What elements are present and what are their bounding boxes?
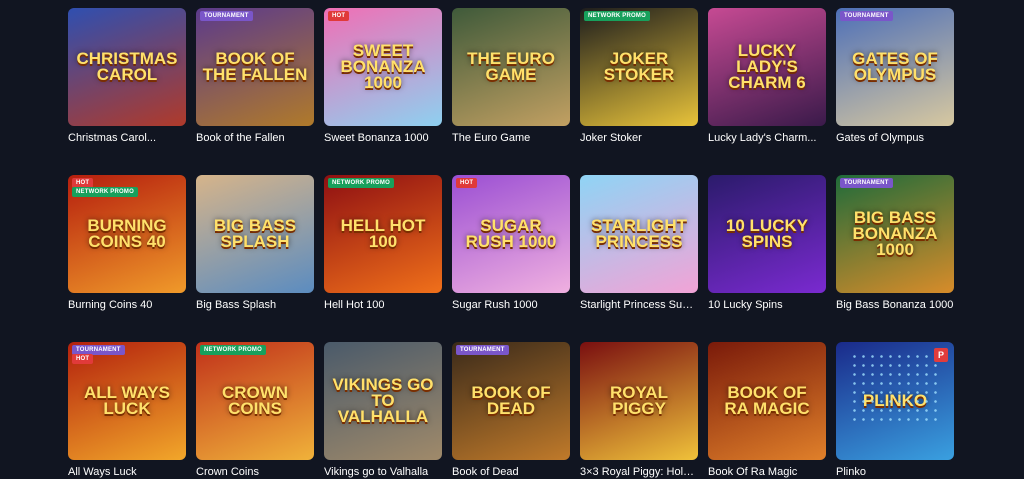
game-art-title: Crown Coins bbox=[221, 383, 289, 418]
game-card[interactable]: Gates of Olympus TOURNAMENT Gates of Olymp… bbox=[836, 8, 954, 145]
game-card[interactable]: Big Bass Bonanza 1000 TOURNAMENT Big Bass … bbox=[836, 175, 954, 312]
game-card[interactable]: Big Bass Splash Big Bass Splash bbox=[196, 175, 314, 312]
game-title[interactable]: Burning Coins 40 bbox=[68, 299, 186, 312]
game-title[interactable]: Plinko bbox=[836, 466, 954, 479]
game-thumbnail[interactable]: Big Bass Splash bbox=[196, 175, 314, 293]
game-thumbnail[interactable]: Starlight Princess bbox=[580, 175, 698, 293]
network-badge: NETWORK PROMO bbox=[584, 11, 650, 21]
game-thumbnail[interactable]: 10 Lucky Spins bbox=[708, 175, 826, 293]
game-art-title: Book of Ra Magic bbox=[724, 383, 810, 418]
game-title[interactable]: Vikings go to Valhalla bbox=[324, 466, 442, 479]
game-title[interactable]: Joker Stoker bbox=[580, 132, 698, 145]
game-title[interactable]: Christmas Carol... bbox=[68, 132, 186, 145]
game-thumbnail[interactable]: PlinkoP bbox=[836, 342, 954, 460]
game-title[interactable]: Starlight Princess Supe... bbox=[580, 299, 698, 312]
network-badge: NETWORK PROMO bbox=[72, 187, 138, 197]
game-card[interactable]: Sugar Rush 1000 HOT Sugar Rush 1000 bbox=[452, 175, 570, 312]
tournament-badge: TOURNAMENT bbox=[456, 345, 509, 355]
game-thumbnail[interactable]: Crown Coins NETWORK PROMO bbox=[196, 342, 314, 460]
game-art-title: Book of Dead bbox=[471, 383, 551, 418]
game-art-title: Royal Piggy bbox=[610, 383, 668, 418]
game-art-title: 10 Lucky Spins bbox=[725, 216, 809, 251]
game-art-title: Book of the Fallen bbox=[202, 49, 308, 84]
game-title[interactable]: 10 Lucky Spins bbox=[708, 299, 826, 312]
game-thumbnail[interactable]: The Euro Game bbox=[452, 8, 570, 126]
game-title[interactable]: Lucky Lady's Charm... bbox=[708, 132, 826, 145]
game-card[interactable]: The Euro Game The Euro Game bbox=[452, 8, 570, 145]
game-card[interactable]: Starlight Princess Starlight Princess Sup… bbox=[580, 175, 698, 312]
game-art-title: Big Bass Bonanza 1000 bbox=[852, 208, 938, 259]
game-art-title: Burning Coins 40 bbox=[87, 216, 167, 251]
tournament-badge: TOURNAMENT bbox=[840, 11, 893, 21]
game-art-title: Sweet Bonanza 1000 bbox=[340, 41, 426, 92]
tournament-badge: TOURNAMENT bbox=[200, 11, 253, 21]
game-title[interactable]: Hell Hot 100 bbox=[324, 299, 442, 312]
game-thumbnail[interactable]: Burning Coins 40 HOT NETWORK PROMO bbox=[68, 175, 186, 293]
game-thumbnail[interactable]: Sugar Rush 1000 HOT bbox=[452, 175, 570, 293]
game-card[interactable]: Crown Coins NETWORK PROMO Crown Coins bbox=[196, 342, 314, 479]
game-title[interactable]: 3×3 Royal Piggy: Hold... bbox=[580, 466, 698, 479]
game-card[interactable]: Lucky Lady's Charm 6 Lucky Lady's Charm..… bbox=[708, 8, 826, 145]
game-title[interactable]: Big Bass Splash bbox=[196, 299, 314, 312]
game-art-title: Sugar Rush 1000 bbox=[465, 216, 557, 251]
hot-badge: HOT bbox=[328, 11, 350, 21]
game-card[interactable]: Hell Hot 100 NETWORK PROMO Hell Hot 100 bbox=[324, 175, 442, 312]
game-card[interactable]: Burning Coins 40 HOT NETWORK PROMO Burning … bbox=[68, 175, 186, 312]
game-card[interactable]: PlinkoP Plinko bbox=[836, 342, 954, 479]
network-badge: NETWORK PROMO bbox=[328, 178, 394, 188]
game-art-title: The Euro Game bbox=[467, 49, 555, 84]
game-thumbnail[interactable]: Christmas Carol bbox=[68, 8, 186, 126]
game-art-title: Starlight Princess bbox=[590, 216, 687, 251]
game-card[interactable]: All Ways Luck TOURNAMENT HOT All Ways Luck bbox=[68, 342, 186, 479]
game-thumbnail[interactable]: Joker Stoker NETWORK PROMO bbox=[580, 8, 698, 126]
game-card[interactable]: Book of Ra Magic Book Of Ra Magic bbox=[708, 342, 826, 479]
game-thumbnail[interactable]: Hell Hot 100 NETWORK PROMO bbox=[324, 175, 442, 293]
game-thumbnail[interactable]: Gates of Olympus TOURNAMENT bbox=[836, 8, 954, 126]
plinko-peg-pattern bbox=[850, 352, 940, 426]
network-badge: NETWORK PROMO bbox=[200, 345, 266, 355]
game-thumbnail[interactable]: Lucky Lady's Charm 6 bbox=[708, 8, 826, 126]
tournament-badge: TOURNAMENT bbox=[840, 178, 893, 188]
game-title[interactable]: Gates of Olympus bbox=[836, 132, 954, 145]
game-thumbnail[interactable]: All Ways Luck TOURNAMENT HOT bbox=[68, 342, 186, 460]
game-art-title: Christmas Carol bbox=[76, 49, 178, 84]
game-art-title: Hell Hot 100 bbox=[340, 216, 426, 251]
game-art-title: Gates of Olympus bbox=[852, 49, 938, 84]
game-card[interactable]: Vikings go to Valhalla Vikings go to Valh… bbox=[324, 342, 442, 479]
game-card[interactable]: 10 Lucky Spins 10 Lucky Spins bbox=[708, 175, 826, 312]
game-title[interactable]: Book of the Fallen bbox=[196, 132, 314, 145]
game-card[interactable]: Royal Piggy 3×3 Royal Piggy: Hold... bbox=[580, 342, 698, 479]
game-thumbnail[interactable]: Book of Ra Magic bbox=[708, 342, 826, 460]
game-art-title: Lucky Lady's Charm 6 bbox=[728, 41, 806, 92]
game-art-title: All Ways Luck bbox=[84, 383, 170, 418]
game-thumbnail[interactable]: Book of the Fallen TOURNAMENT bbox=[196, 8, 314, 126]
game-thumbnail[interactable]: Big Bass Bonanza 1000 TOURNAMENT bbox=[836, 175, 954, 293]
game-title[interactable]: Crown Coins bbox=[196, 466, 314, 479]
game-title[interactable]: Book Of Ra Magic bbox=[708, 466, 826, 479]
game-title[interactable]: All Ways Luck bbox=[68, 466, 186, 479]
game-title[interactable]: The Euro Game bbox=[452, 132, 570, 145]
game-card[interactable]: Joker Stoker NETWORK PROMO Joker Stoker bbox=[580, 8, 698, 145]
game-card[interactable]: Book of the Fallen TOURNAMENT Book of the … bbox=[196, 8, 314, 145]
game-art-title: Joker Stoker bbox=[603, 49, 675, 84]
game-title[interactable]: Sweet Bonanza 1000 bbox=[324, 132, 442, 145]
game-thumbnail[interactable]: Vikings go to Valhalla bbox=[324, 342, 442, 460]
game-title[interactable]: Sugar Rush 1000 bbox=[452, 299, 570, 312]
hot-badge: HOT bbox=[72, 354, 94, 364]
game-card[interactable]: Book of Dead TOURNAMENT Book of Dead bbox=[452, 342, 570, 479]
game-title[interactable]: Book of Dead bbox=[452, 466, 570, 479]
game-thumbnail[interactable]: Sweet Bonanza 1000 HOT bbox=[324, 8, 442, 126]
game-grid: Christmas Carol Christmas Carol... Book of… bbox=[68, 8, 954, 479]
game-card[interactable]: Christmas Carol Christmas Carol... bbox=[68, 8, 186, 145]
game-art-title: Big Bass Splash bbox=[213, 216, 297, 251]
game-thumbnail[interactable]: Book of Dead TOURNAMENT bbox=[452, 342, 570, 460]
game-card[interactable]: Sweet Bonanza 1000 HOT Sweet Bonanza 1000 bbox=[324, 8, 442, 145]
hot-badge: HOT bbox=[456, 178, 478, 188]
game-thumbnail[interactable]: Royal Piggy bbox=[580, 342, 698, 460]
game-title[interactable]: Big Bass Bonanza 1000 bbox=[836, 299, 954, 312]
provider-logo-icon: P bbox=[934, 348, 948, 362]
game-art-title: Vikings go to Valhalla bbox=[332, 375, 434, 426]
